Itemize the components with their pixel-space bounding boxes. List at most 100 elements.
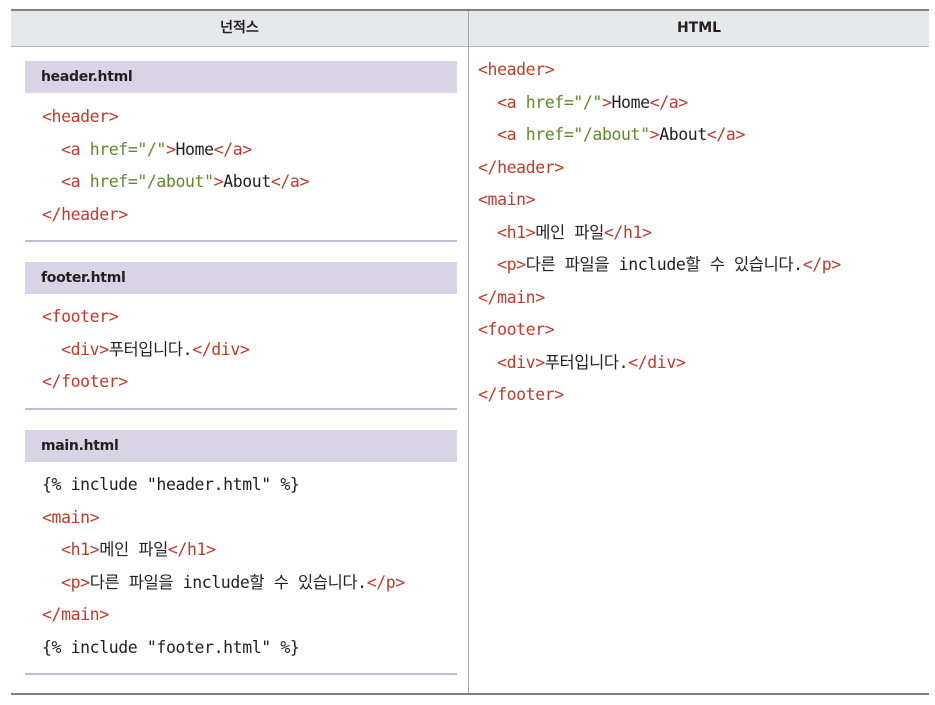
code-tag: <a [61,139,81,159]
code-text: 메인 파일 [535,222,604,242]
code-line: <main> [42,502,405,535]
code-tag: </h1> [167,540,216,559]
code-attribute: href="/about" [516,125,650,144]
code-text: {% include "header.html" %} [42,475,300,494]
code-line: <a href="/about">About</a> [42,166,309,199]
code-line: <a href="/">Home</a> [42,134,309,167]
code-block-main-html: {% include "header.html" %} <main> <h1>메인… [42,469,405,664]
table-bottom-rule [11,693,929,695]
section-divider [25,408,457,410]
header-syntax: 넌적스 [220,20,259,36]
code-tag: </div> [628,352,686,372]
code-line: <h1>메인 파일</h1> [478,217,841,250]
code-tag: <h1> [61,540,100,559]
code-tag: > [213,172,224,191]
section-title-header-html: header.html [25,61,457,93]
code-line: </header> [478,152,841,185]
column-divider [468,11,469,693]
code-line: <p>다른 파일을 include할 수 있습니다.</p> [42,567,405,600]
code-text: About [223,172,271,191]
code-text: Home [175,139,215,159]
code-line: <footer> [478,314,841,347]
code-attribute: href="/" [516,92,603,112]
code-text: 메인 파일 [99,540,168,559]
code-text: Home [611,92,651,112]
code-block-header-html: <header> <a href="/">Home</a> <a href="/… [42,101,309,231]
comparison-table: 넌적스 HTML header.html <header> <a href="/… [11,9,929,695]
code-line: {% include "header.html" %} [42,469,405,502]
code-line: </footer> [42,366,249,399]
code-text: 푸터입니다. [544,352,629,372]
table-header-row: 넌적스 HTML [11,11,929,47]
code-text: 푸터입니다. [108,339,193,359]
code-attribute: href="/" [80,139,167,159]
code-tag: <footer> [42,307,119,326]
code-tag: <header> [478,60,555,79]
code-tag: </a> [649,92,689,112]
code-line: </main> [42,599,405,632]
code-tag: <main> [42,507,100,527]
code-line: <a href="/">Home</a> [478,87,841,120]
code-tag: </a> [706,125,746,144]
code-tag: </footer> [478,385,564,404]
code-tag: <p> [497,255,526,274]
code-tag: </h1> [603,222,652,242]
code-tag: </header> [478,157,564,177]
section-title-footer-html: footer.html [25,262,457,294]
code-tag: > [165,139,176,159]
code-block-result-html: <header> <a href="/">Home</a> <a href="/… [478,54,841,412]
code-line: <h1>메인 파일</h1> [42,534,405,567]
code-line: <main> [478,184,841,217]
code-tag: </p> [802,255,842,274]
code-tag: <p> [61,572,90,592]
code-line: <header> [478,54,841,87]
code-tag: </header> [42,204,128,224]
code-line: {% include "footer.html" %} [42,632,405,665]
code-line: <footer> [42,301,249,334]
code-line: </header> [42,199,309,232]
code-tag: > [649,125,660,144]
code-tag: <h1> [497,222,536,242]
code-tag: > [601,92,612,112]
code-text: 다른 파일을 include할 수 있습니다. [89,572,367,592]
code-tag: <a [497,125,517,144]
code-line: <a href="/about">About</a> [478,119,841,152]
code-text: 다른 파일을 include할 수 있습니다. [525,255,803,274]
code-line: <div>푸터입니다.</div> [478,347,841,380]
code-line: <header> [42,101,309,134]
code-line: </main> [478,282,841,315]
code-tag: </a> [213,139,253,159]
code-tag: <footer> [478,320,555,339]
code-tag: </p> [366,572,406,592]
code-tag: </div> [192,339,250,359]
section-divider [25,673,457,675]
code-text: About [659,125,707,144]
header-html: HTML [676,20,722,36]
code-tag: <header> [42,107,119,126]
code-tag: </main> [478,287,545,307]
code-line: </footer> [478,379,841,412]
code-text: {% include "footer.html" %} [42,637,300,657]
code-attribute: href="/about" [80,172,214,191]
code-block-footer-html: <footer> <div>푸터입니다.</div> </footer> [42,301,250,399]
code-tag: <main> [478,190,536,209]
code-tag: </footer> [42,372,128,391]
code-tag: <a [497,92,517,112]
code-line: <div>푸터입니다.</div> [42,334,250,367]
section-divider [25,240,457,242]
code-tag: </a> [270,172,310,191]
code-tag: <a [61,172,81,191]
code-line: <p>다른 파일을 include할 수 있습니다.</p> [478,249,841,282]
code-tag: <div> [61,339,109,359]
code-tag: </main> [42,605,109,624]
section-title-main-html: main.html [25,430,457,462]
